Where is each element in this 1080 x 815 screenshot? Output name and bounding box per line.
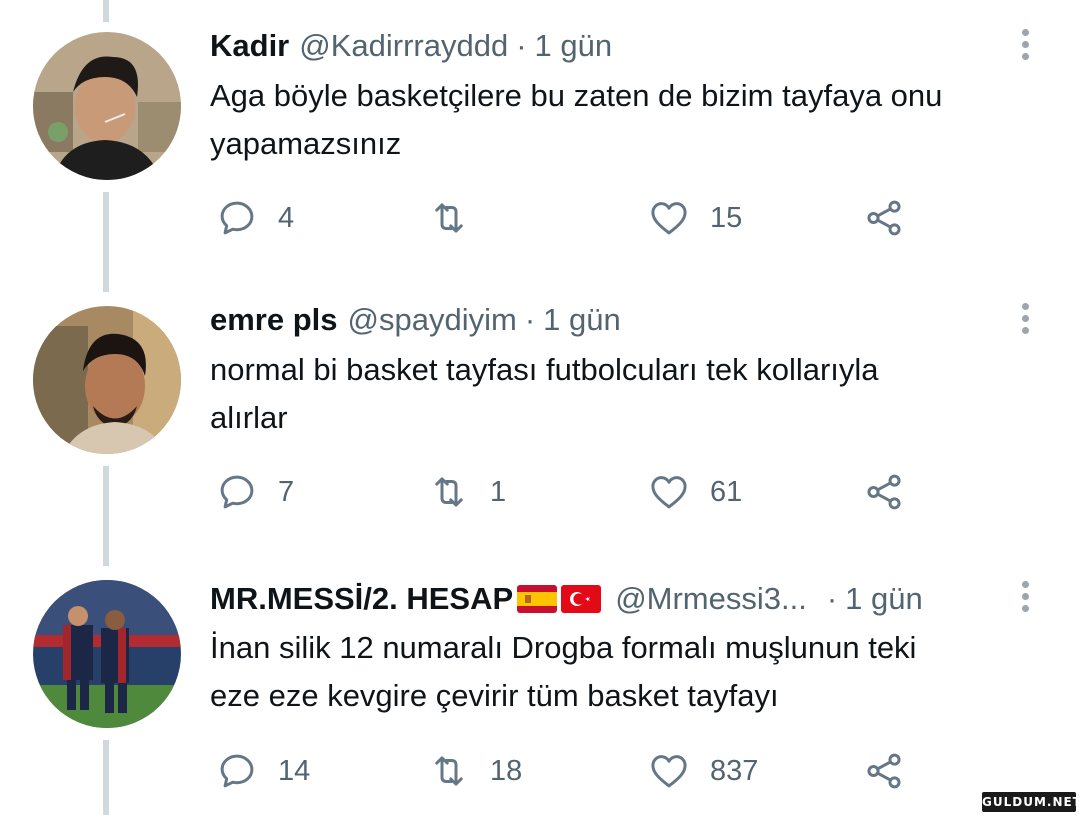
share-icon (867, 753, 901, 789)
heart-icon (651, 202, 687, 235)
avatar[interactable] (33, 32, 181, 180)
like-button[interactable]: 15 (648, 193, 742, 243)
timestamp[interactable]: 1 gün (845, 581, 923, 617)
share-icon (867, 474, 901, 510)
like-count: 837 (710, 754, 759, 787)
tweet-text-line: yapamazsınız (210, 126, 402, 161)
separator: · (516, 28, 527, 63)
heart-icon (651, 755, 687, 788)
tweet-actions: 14 18 837 (0, 746, 1080, 796)
reply-icon (220, 754, 254, 788)
username[interactable]: @spaydiyim (348, 302, 517, 338)
username[interactable]: @Kadirrrayddd (299, 28, 508, 64)
tweet-text: İnan silik 12 numaralı Drogba formalı mu… (210, 624, 1050, 720)
more-options-icon[interactable] (1010, 298, 1040, 338)
display-name[interactable]: Kadir (210, 28, 289, 64)
timestamp[interactable]: 1 gün (543, 302, 621, 338)
thread-line (103, 0, 109, 22)
separator: · (524, 302, 536, 337)
tweet-header: emre pls @spaydiyim · 1 gün (210, 298, 621, 342)
retweet-icon (435, 756, 463, 786)
more-options-icon[interactable] (1010, 576, 1040, 616)
share-icon (867, 200, 901, 236)
retweet-icon (435, 203, 463, 233)
reply-count: 14 (278, 754, 311, 787)
tweet-text-line: İnan silik 12 numaralı Drogba formalı mu… (210, 630, 917, 665)
tweet-header: MR.MESSİ/2. HESAP @Mrmessi3... · 1 gün (210, 577, 923, 621)
retweet-button[interactable]: 1 (428, 467, 506, 517)
like-count: 15 (710, 201, 743, 234)
like-count: 61 (710, 475, 743, 508)
avatar[interactable] (33, 306, 181, 454)
share-button[interactable] (863, 746, 905, 796)
tweet-text-line: Aga böyle basketçilere bu zaten de bizim… (210, 78, 943, 113)
tweet-text-line: eze eze kevgire çevirir tüm basket tayfa… (210, 678, 779, 713)
display-name[interactable]: emre pls (210, 302, 338, 338)
heart-icon (651, 476, 687, 509)
display-name[interactable]: MR.MESSİ/2. HESAP (210, 581, 513, 617)
reply-count: 4 (278, 201, 295, 234)
more-options-icon[interactable] (1010, 24, 1040, 64)
reply-icon (220, 201, 254, 235)
share-button[interactable] (863, 467, 905, 517)
timestamp[interactable]: 1 gün (535, 28, 613, 64)
share-button[interactable] (863, 193, 905, 243)
retweet-icon (435, 477, 463, 507)
retweet-button[interactable]: 18 (428, 746, 522, 796)
tweet-text: normal bi basket tayfası futbolcuları te… (210, 346, 1050, 442)
username[interactable]: @Mrmessi3... (615, 581, 807, 617)
tweet-actions: 4 15 (0, 193, 1080, 243)
turkey-flag-icon (561, 585, 602, 613)
flag-emojis (517, 585, 602, 613)
separator: · (826, 581, 838, 616)
reply-button[interactable]: 14 (216, 746, 310, 796)
tweet-text-line: alırlar (210, 400, 288, 435)
retweet-count: 1 (490, 475, 507, 508)
avatar[interactable] (33, 580, 181, 728)
like-button[interactable]: 61 (648, 467, 742, 517)
reply-button[interactable]: 4 (216, 193, 294, 243)
watermark: GULDUM.NET (982, 792, 1080, 812)
retweet-button[interactable] (428, 193, 490, 243)
spain-flag-icon (517, 585, 558, 613)
tweet-actions: 7 1 61 (0, 467, 1080, 517)
tweet-header: Kadir @Kadirrrayddd · 1 gün (210, 24, 612, 68)
tweet-text: Aga böyle basketçilere bu zaten de bizim… (210, 72, 1050, 168)
reply-button[interactable]: 7 (216, 467, 294, 517)
tweet-text-line: normal bi basket tayfası futbolcuları te… (210, 352, 879, 387)
like-button[interactable]: 837 (648, 746, 758, 796)
retweet-count: 18 (490, 754, 523, 787)
reply-count: 7 (278, 475, 295, 508)
reply-icon (220, 475, 254, 509)
